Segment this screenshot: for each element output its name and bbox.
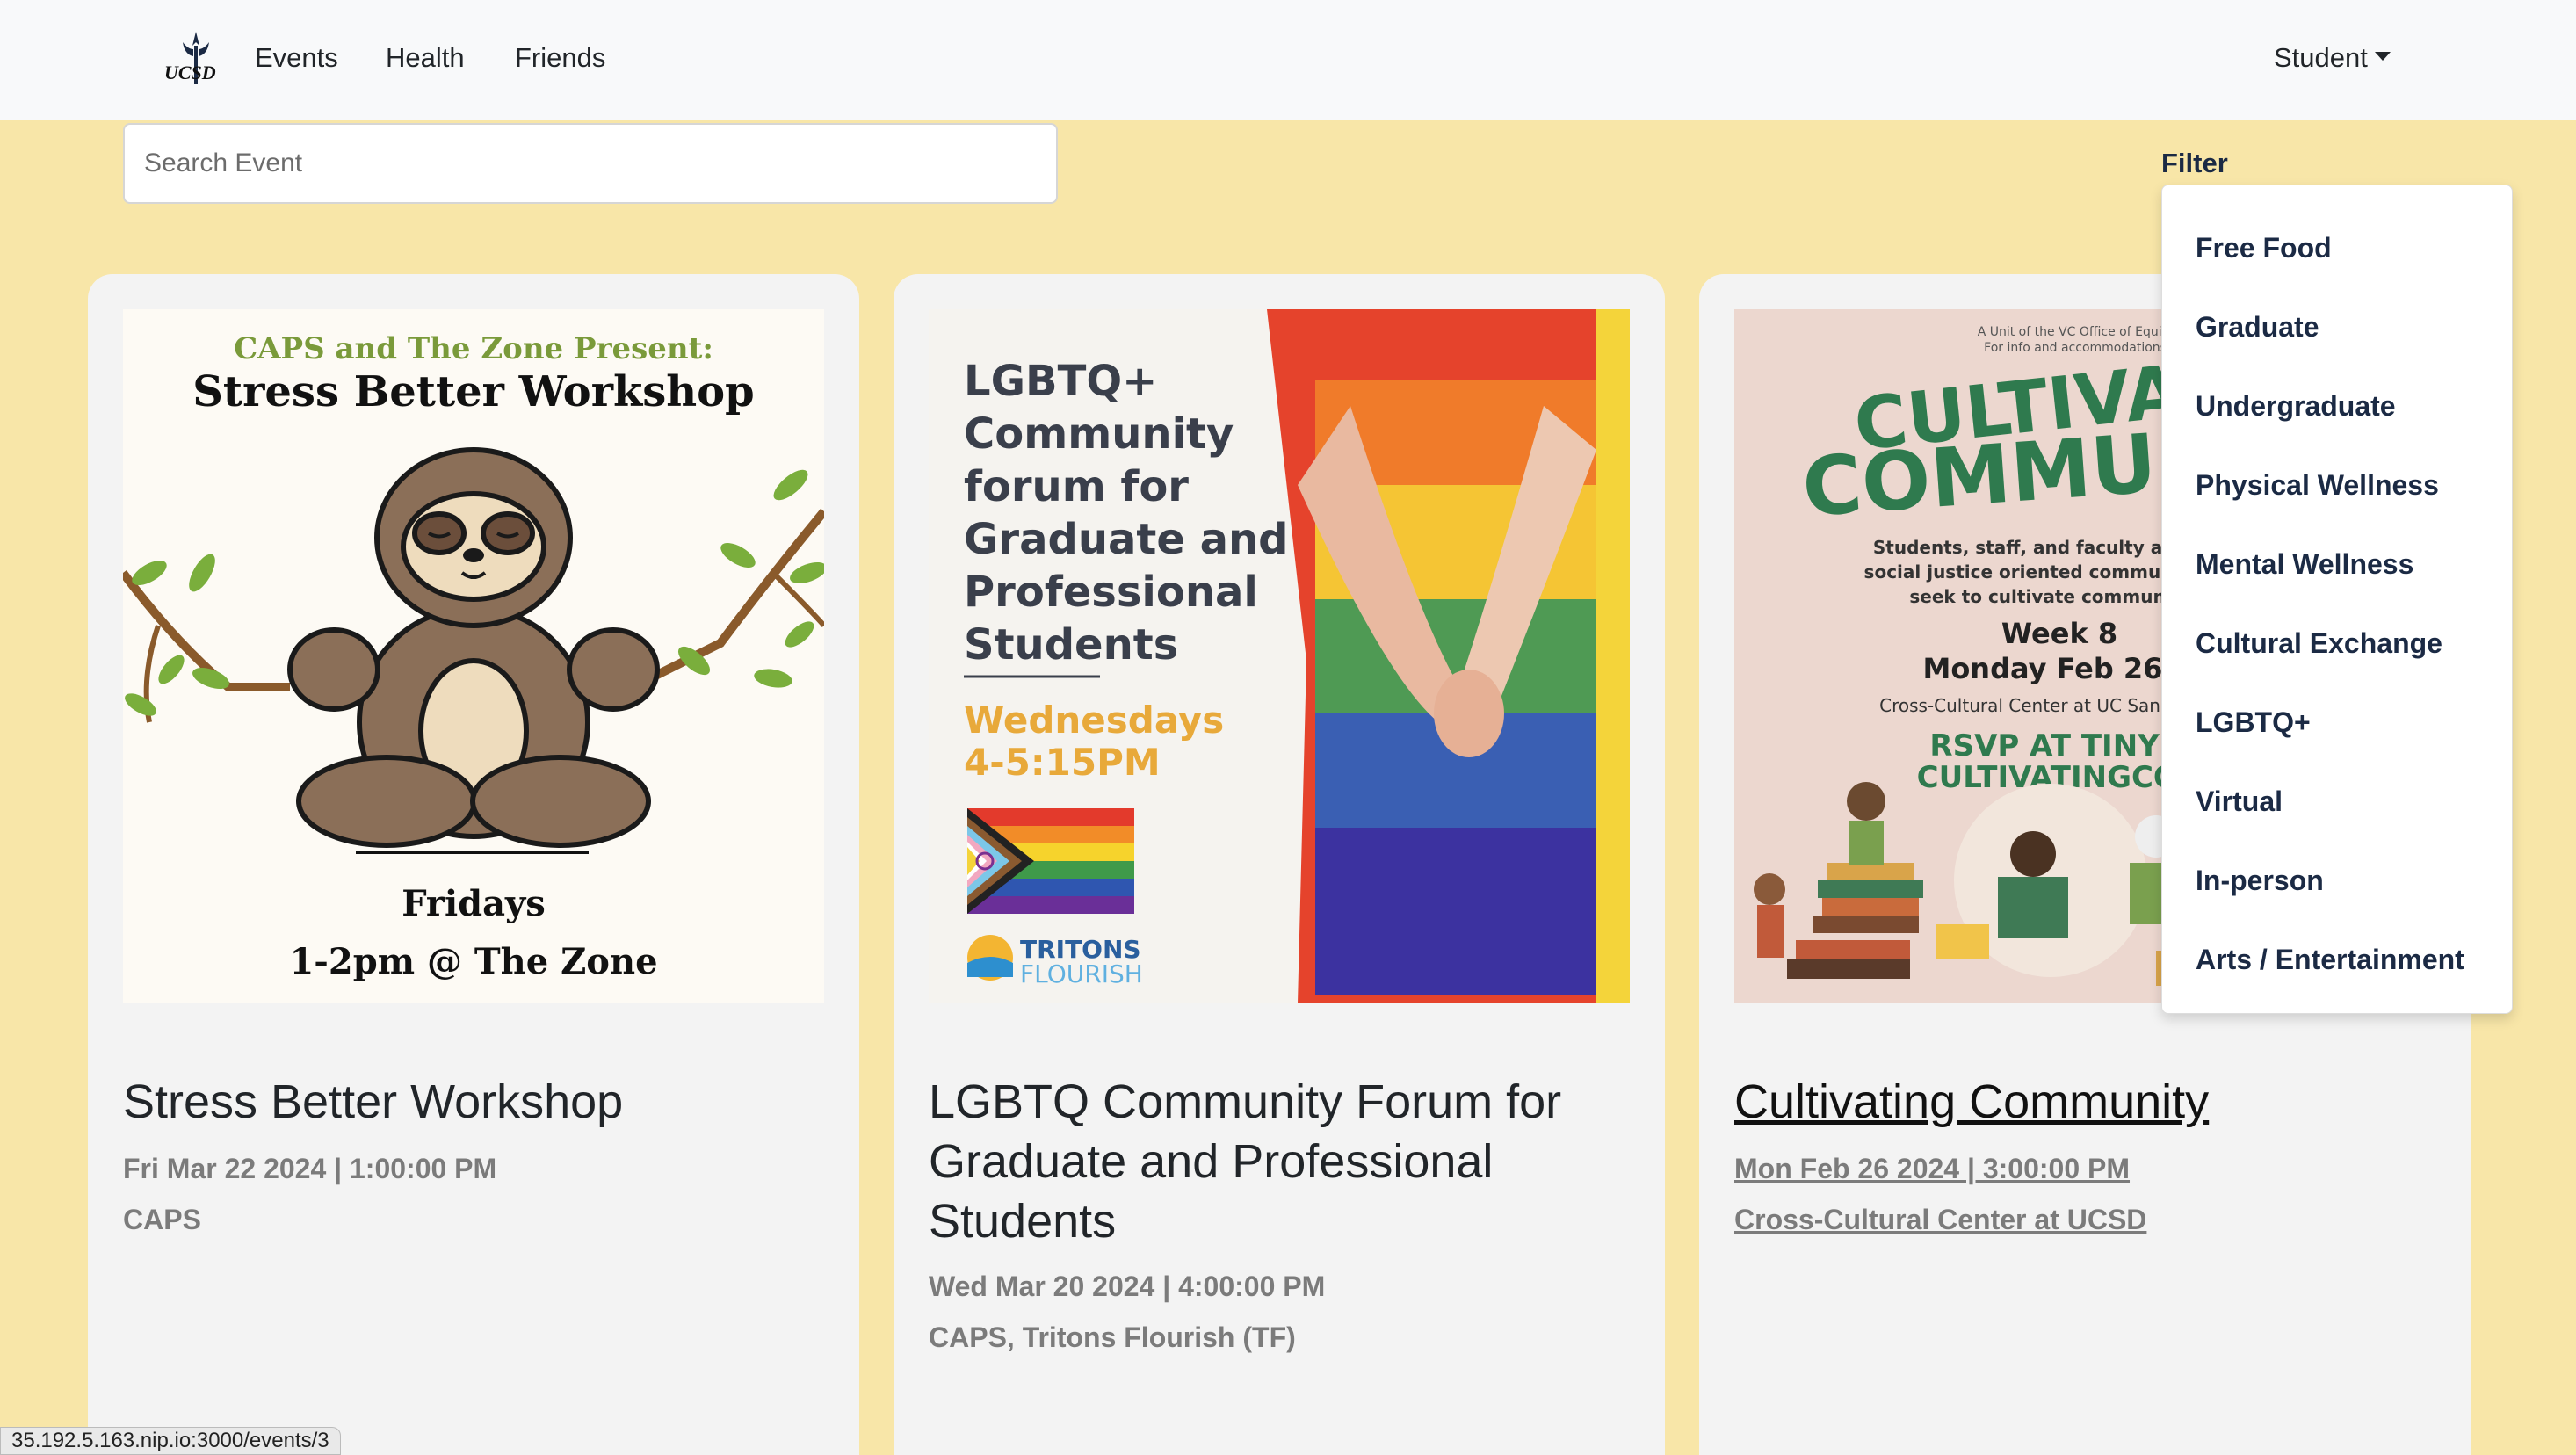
filter-dropdown-menu: Free Food Graduate Undergraduate Physica… (2161, 185, 2513, 1014)
event-title[interactable]: Stress Better Workshop (123, 1072, 826, 1132)
event-datetime: Fri Mar 22 2024 | 1:00:00 PM (123, 1153, 497, 1184)
poster-heading-line: forum for (964, 462, 1189, 511)
event-card[interactable]: CAPS and The Zone Present: Stress Better… (88, 274, 859, 1455)
event-title[interactable]: LGBTQ Community Forum for Graduate and P… (929, 1072, 1632, 1251)
event-card[interactable]: LGBTQ+ Community forum for Graduate and … (894, 274, 1665, 1455)
filter-option-mental-wellness[interactable]: Mental Wellness (2196, 548, 2413, 581)
event-poster-lgbtq-forum[interactable]: LGBTQ+ Community forum for Graduate and … (929, 309, 1630, 1003)
poster-title-text: Stress Better Workshop (192, 367, 754, 416)
filter-option-free-food[interactable]: Free Food (2196, 232, 2332, 264)
filter-option-in-person[interactable]: In-person (2196, 865, 2324, 897)
event-title-link[interactable]: Cultivating Community (1734, 1072, 2437, 1132)
event-host: CAPS, Tritons Flourish (TF) (929, 1321, 1296, 1353)
top-navbar: UCSD Events Health Friends Student (0, 0, 2576, 120)
poster-heading-line: Professional (964, 568, 1258, 617)
poster-time-text: 4-5:15PM (964, 741, 1161, 784)
ucsd-trident-logo-icon[interactable]: UCSD (163, 30, 228, 84)
poster-time-text: 1-2pm @ The Zone (289, 941, 657, 982)
filter-option-graduate[interactable]: Graduate (2196, 311, 2319, 344)
nav-events-link[interactable]: Events (255, 42, 338, 74)
poster-heading-line: Graduate and (964, 515, 1289, 564)
user-menu-label: Student (2274, 42, 2368, 73)
poster-heading-line: Community (964, 409, 1234, 459)
event-host[interactable]: Cross-Cultural Center at UCSD (1734, 1204, 2146, 1236)
caret-down-icon (2374, 51, 2391, 61)
poster-heading-line: Students (964, 620, 1178, 670)
filter-option-cultural-exchange[interactable]: Cultural Exchange (2196, 627, 2442, 660)
poster-date-text: Monday Feb 26th (1922, 652, 2196, 685)
svg-text:UCSD: UCSD (164, 62, 216, 83)
browser-status-url: 35.192.5.163.nip.io:3000/events/3 (0, 1427, 341, 1455)
poster-week-text: Week 8 (2001, 617, 2117, 650)
filter-option-lgbtq[interactable]: LGBTQ+ (2196, 706, 2311, 739)
filter-dropdown-toggle[interactable]: Filter (2161, 148, 2228, 179)
filter-option-physical-wellness[interactable]: Physical Wellness (2196, 469, 2439, 502)
progress-pride-flag-icon (967, 808, 1134, 914)
filter-option-virtual[interactable]: Virtual (2196, 785, 2283, 818)
event-datetime[interactable]: Mon Feb 26 2024 | 3:00:00 PM (1734, 1153, 2130, 1185)
filter-option-arts-entertainment[interactable]: Arts / Entertainment (2196, 944, 2464, 976)
filter-option-undergraduate[interactable]: Undergraduate (2196, 390, 2396, 423)
nav-health-link[interactable]: Health (386, 42, 465, 74)
search-event-input[interactable] (123, 123, 1058, 204)
user-menu-dropdown[interactable]: Student (2274, 42, 2391, 74)
poster-day-text: Wednesdays (964, 699, 1224, 742)
event-poster-stress-better[interactable]: CAPS and The Zone Present: Stress Better… (123, 309, 824, 1003)
poster-day-text: Fridays (402, 883, 546, 924)
poster-presenter-text: CAPS and The Zone Present: (234, 331, 713, 366)
poster-heading-line: LGBTQ+ (964, 357, 1157, 406)
nav-friends-link[interactable]: Friends (515, 42, 605, 74)
event-datetime: Wed Mar 20 2024 | 4:00:00 PM (929, 1270, 1326, 1302)
poster-brand-text: FLOURISH (1020, 959, 1143, 988)
event-host: CAPS (123, 1204, 201, 1235)
